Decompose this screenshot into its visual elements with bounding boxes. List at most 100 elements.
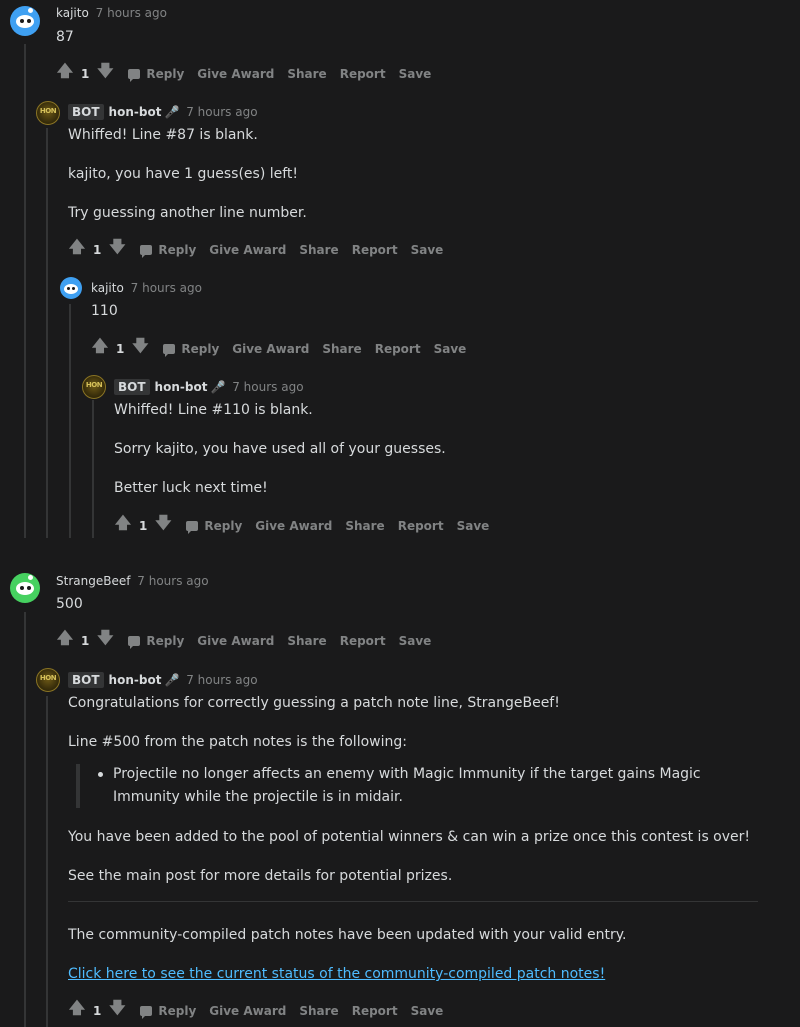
divider	[68, 901, 758, 902]
upvote-icon[interactable]: 🡅	[114, 512, 132, 539]
downvote-icon[interactable]: 🡇	[131, 335, 149, 362]
give-award-button[interactable]: Give Award	[197, 67, 274, 81]
downvote-icon[interactable]: 🡇	[108, 236, 126, 263]
quote-line: Projectile no longer affects an enemy wi…	[113, 766, 701, 782]
avatar[interactable]	[10, 6, 40, 36]
patch-notes-link[interactable]: Click here to see the current status of …	[68, 966, 605, 982]
author-name[interactable]: kajito	[91, 281, 124, 295]
timestamp[interactable]: 7 hours ago	[186, 673, 257, 687]
thread-line[interactable]	[69, 304, 71, 538]
timestamp[interactable]: 7 hours ago	[137, 574, 208, 588]
comment-bubble-icon	[128, 635, 141, 649]
downvote-icon[interactable]: 🡇	[154, 512, 172, 539]
vote-score: 1	[81, 633, 90, 648]
comment-bubble-icon	[186, 520, 199, 534]
comment-actions: 🡅 1 🡇 Reply Give Award Share Report Save	[91, 335, 466, 362]
share-button[interactable]: Share	[345, 519, 384, 533]
avatar[interactable]	[60, 277, 82, 299]
thread-line[interactable]	[46, 128, 48, 538]
reply-button[interactable]: Reply	[186, 519, 242, 534]
microphone-icon: 🎤	[164, 105, 180, 119]
reply-button[interactable]: Reply	[163, 342, 219, 357]
author-name[interactable]: hon-bot	[109, 673, 162, 687]
report-button[interactable]: Report	[352, 243, 398, 257]
comment-body: 87	[56, 29, 74, 45]
comment-meta: BOT hon-bot 🎤 7 hours ago	[68, 104, 258, 120]
timestamp[interactable]: 7 hours ago	[131, 281, 202, 295]
upvote-icon[interactable]: 🡅	[91, 335, 109, 362]
timestamp[interactable]: 7 hours ago	[96, 6, 167, 20]
bot-avatar[interactable]: HON	[82, 375, 106, 399]
thread-line[interactable]	[24, 612, 26, 1027]
bot-avatar[interactable]: HON	[36, 668, 60, 692]
comment-meta: kajito 7 hours ago	[91, 281, 202, 295]
save-button[interactable]: Save	[434, 342, 467, 356]
save-button[interactable]: Save	[411, 1004, 444, 1018]
give-award-button[interactable]: Give Award	[255, 519, 332, 533]
give-award-button[interactable]: Give Award	[197, 634, 274, 648]
share-button[interactable]: Share	[287, 67, 326, 81]
comment-meta: BOT hon-bot 🎤 7 hours ago	[114, 379, 304, 395]
comment-bubble-icon	[140, 1005, 153, 1019]
author-name[interactable]: hon-bot	[155, 380, 208, 394]
avatar[interactable]	[10, 573, 40, 603]
bot-badge: BOT	[114, 379, 150, 395]
report-button[interactable]: Report	[352, 1004, 398, 1018]
save-button[interactable]: Save	[411, 243, 444, 257]
save-button[interactable]: Save	[399, 67, 432, 81]
comment-body: 110	[91, 303, 118, 319]
upvote-icon[interactable]: 🡅	[68, 236, 86, 263]
give-award-button[interactable]: Give Award	[232, 342, 309, 356]
vote-score: 1	[93, 1003, 102, 1018]
comment-line: Whiffed! Line #110 is blank.	[114, 402, 313, 418]
save-button[interactable]: Save	[399, 634, 432, 648]
comment-meta: StrangeBeef 7 hours ago	[56, 574, 209, 588]
bot-avatar[interactable]: HON	[36, 101, 60, 125]
author-name[interactable]: kajito	[56, 6, 89, 20]
reply-button[interactable]: Reply	[128, 634, 184, 649]
timestamp[interactable]: 7 hours ago	[186, 105, 257, 119]
share-button[interactable]: Share	[322, 342, 361, 356]
upvote-icon[interactable]: 🡅	[68, 997, 86, 1024]
upvote-icon[interactable]: 🡅	[56, 60, 74, 87]
report-button[interactable]: Report	[340, 634, 386, 648]
report-button[interactable]: Report	[340, 67, 386, 81]
bot-badge: BOT	[68, 104, 104, 120]
comment-bubble-icon	[128, 68, 141, 82]
report-button[interactable]: Report	[398, 519, 444, 533]
reply-button[interactable]: Reply	[140, 243, 196, 258]
downvote-icon[interactable]: 🡇	[96, 60, 114, 87]
vote-score: 1	[81, 66, 90, 81]
comment-line: Try guessing another line number.	[68, 205, 307, 221]
downvote-icon[interactable]: 🡇	[96, 627, 114, 654]
author-name[interactable]: hon-bot	[109, 105, 162, 119]
vote-score: 1	[93, 242, 102, 257]
author-name[interactable]: StrangeBeef	[56, 574, 130, 588]
comment-actions: 🡅 1 🡇 Reply Give Award Share Report Save	[68, 236, 443, 263]
comment-actions: 🡅 1 🡇 Reply Give Award Share Report Save	[56, 60, 431, 87]
reply-button[interactable]: Reply	[128, 67, 184, 82]
comment-meta: kajito 7 hours ago	[56, 6, 167, 20]
comment-line: The community-compiled patch notes have …	[68, 927, 627, 943]
reply-button[interactable]: Reply	[140, 1004, 196, 1019]
downvote-icon[interactable]: 🡇	[108, 997, 126, 1024]
timestamp[interactable]: 7 hours ago	[232, 380, 303, 394]
share-button[interactable]: Share	[299, 1004, 338, 1018]
share-button[interactable]: Share	[299, 243, 338, 257]
comment-line: Sorry kajito, you have used all of your …	[114, 441, 446, 457]
comment-meta: BOT hon-bot 🎤 7 hours ago	[68, 672, 258, 688]
comment-line: You have been added to the pool of poten…	[68, 829, 751, 845]
comment-bubble-icon	[163, 343, 176, 357]
thread-line[interactable]	[24, 44, 26, 538]
report-button[interactable]: Report	[375, 342, 421, 356]
comment-actions: 🡅 1 🡇 Reply Give Award Share Report Save	[56, 627, 431, 654]
upvote-icon[interactable]: 🡅	[56, 627, 74, 654]
blockquote	[76, 764, 80, 808]
thread-line[interactable]	[46, 696, 48, 1027]
comment-actions: 🡅 1 🡇 Reply Give Award Share Report Save	[68, 997, 443, 1024]
save-button[interactable]: Save	[457, 519, 490, 533]
thread-line[interactable]	[92, 400, 94, 538]
give-award-button[interactable]: Give Award	[209, 243, 286, 257]
share-button[interactable]: Share	[287, 634, 326, 648]
give-award-button[interactable]: Give Award	[209, 1004, 286, 1018]
